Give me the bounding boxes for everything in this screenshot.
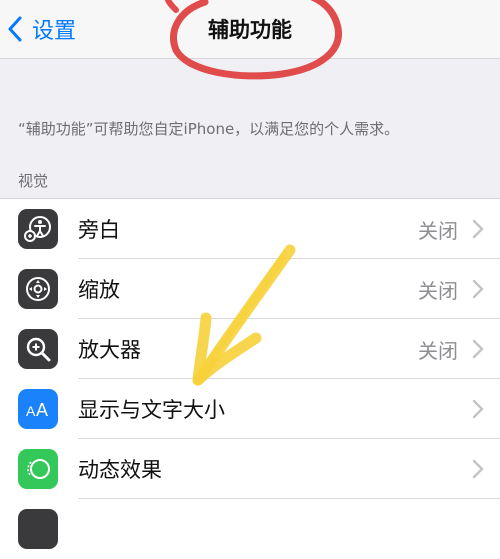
row-label: 放大器 xyxy=(78,338,141,362)
list-item-partial[interactable] xyxy=(0,499,500,559)
chevron-right-icon xyxy=(472,399,484,419)
text-size-icon: A A xyxy=(18,389,58,429)
chevron-right-icon xyxy=(472,279,484,299)
partial-row-icon xyxy=(18,509,58,549)
settings-list: 旁白 关闭 缩放 关闭 放大器 关闭 A A 显示与文字大小 动态效果 xyxy=(0,198,500,559)
row-value: 关闭 xyxy=(418,338,458,363)
list-item-magnifier[interactable]: 放大器 关闭 xyxy=(0,319,500,379)
chevron-right-icon xyxy=(472,459,484,479)
voiceover-icon xyxy=(18,209,58,249)
zoom-icon xyxy=(18,269,58,309)
list-item-display-text-size[interactable]: A A 显示与文字大小 xyxy=(0,379,500,439)
section-header-vision: 视觉 xyxy=(18,172,49,190)
row-label: 旁白 xyxy=(78,218,120,242)
list-item-motion[interactable]: 动态效果 xyxy=(0,439,500,499)
list-item-zoom[interactable]: 缩放 关闭 xyxy=(0,259,500,319)
svg-text:A: A xyxy=(36,400,48,420)
row-label: 显示与文字大小 xyxy=(78,398,225,422)
row-label: 缩放 xyxy=(78,278,120,302)
list-item-voiceover[interactable]: 旁白 关闭 xyxy=(0,199,500,259)
magnifier-icon xyxy=(18,329,58,369)
row-value: 关闭 xyxy=(418,278,458,303)
page-title: 辅助功能 xyxy=(208,18,292,42)
row-value: 关闭 xyxy=(418,218,458,243)
row-label: 动态效果 xyxy=(78,458,162,482)
chevron-right-icon xyxy=(472,339,484,359)
svg-text:A: A xyxy=(26,403,36,419)
chevron-right-icon xyxy=(472,219,484,239)
navigation-bar: 设置 辅助功能 xyxy=(0,0,500,59)
motion-icon xyxy=(18,449,58,489)
description-text: “辅助功能”可帮助您自定iPhone，以满足您的个人需求。 xyxy=(18,120,400,138)
